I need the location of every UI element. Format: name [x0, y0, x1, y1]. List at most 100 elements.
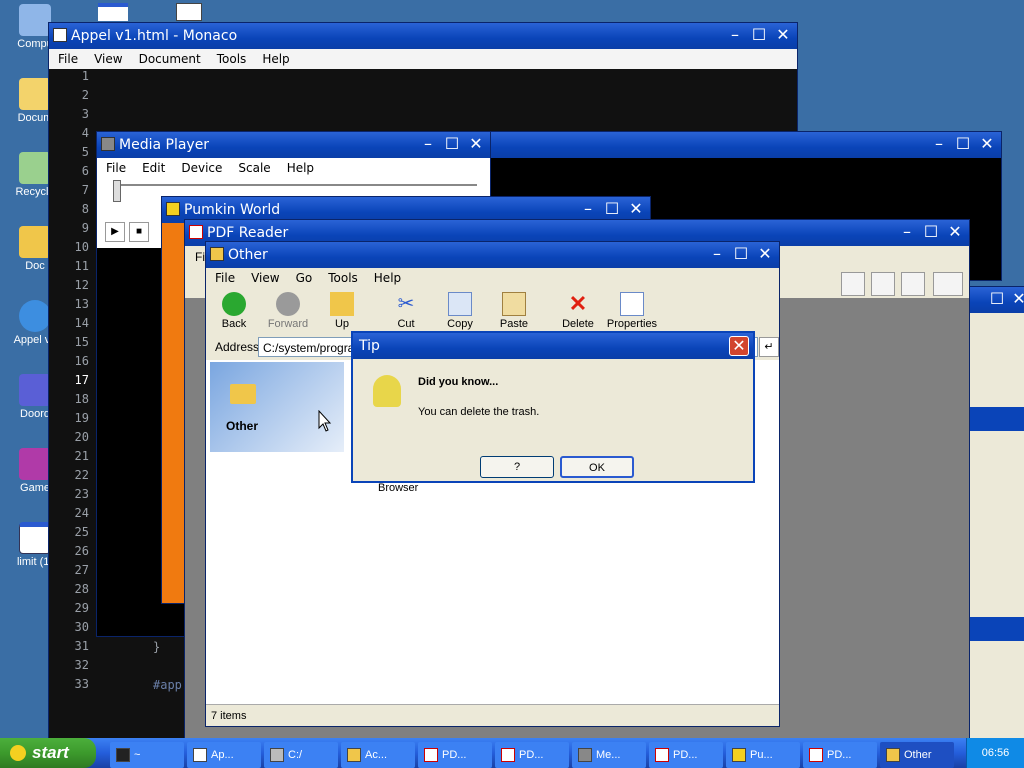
ok-button[interactable]: OK [560, 456, 634, 478]
back-label: Back [221, 318, 247, 330]
minimize-button[interactable]: – [897, 223, 917, 243]
maximize-button[interactable]: ☐ [442, 135, 462, 155]
menu-view[interactable]: View [85, 49, 129, 66]
line-number: 28 [74, 582, 89, 596]
forward-label: Forward [267, 318, 309, 330]
close-button[interactable]: ✕ [977, 135, 997, 155]
system-clock[interactable]: 06:56 [966, 738, 1024, 768]
taskbar-item[interactable]: PD... [418, 742, 492, 768]
menu-help[interactable]: Help [253, 49, 296, 66]
minimize-button[interactable]: – [929, 135, 949, 155]
menu-file[interactable]: File [49, 49, 85, 66]
menu-tools[interactable]: Tools [208, 49, 254, 66]
stop-button[interactable]: ■ [129, 222, 149, 242]
maximize-button[interactable]: ☐ [602, 200, 622, 220]
document-icon [19, 522, 51, 554]
media-player-titlebar[interactable]: Media Player – ☐ ✕ [97, 132, 490, 158]
taskbar-item[interactable]: Me... [572, 742, 646, 768]
maximize-button[interactable]: ☐ [921, 223, 941, 243]
minimize-button[interactable]: – [578, 200, 598, 220]
file-item-label[interactable]: Browser [378, 482, 418, 494]
seek-track[interactable] [117, 184, 477, 186]
taskbar-item[interactable]: C:/ [264, 742, 338, 768]
pumkin-title: Pumkin World [184, 202, 281, 218]
menu-scale[interactable]: Scale [229, 158, 277, 175]
taskbar-item[interactable]: Ac... [341, 742, 415, 768]
terminal-icon [116, 748, 130, 762]
taskbar-item[interactable]: PD... [495, 742, 569, 768]
desktop-top-icon[interactable] [98, 3, 128, 21]
maximize-button[interactable]: ☐ [749, 26, 769, 46]
close-button[interactable]: ✕ [1009, 290, 1024, 310]
folder-icon[interactable] [871, 272, 895, 296]
minimize-button[interactable]: – [725, 26, 745, 46]
line-number: 5 [81, 145, 89, 159]
tip-dialog[interactable]: Tip ✕ Did you know... You can delete the… [351, 331, 755, 483]
taskbar-item[interactable]: PD... [649, 742, 723, 768]
other-window[interactable]: Other – ☐ ✕ File View Go Tools Help Back For… [205, 241, 780, 727]
tip-title: Tip [359, 338, 380, 354]
close-button[interactable]: ✕ [773, 26, 793, 46]
play-button[interactable]: ▶ [105, 222, 125, 242]
maximize-button[interactable]: ☐ [987, 290, 1007, 310]
side-panel: Other [210, 362, 344, 452]
desktop-top-icon[interactable] [176, 3, 202, 21]
minimize-button[interactable]: – [418, 135, 438, 155]
other-toolbar: Back Forward Up ✂ Cut Copy Paste ✕ Delet… [206, 288, 779, 334]
line-number: 11 [74, 259, 89, 273]
other-titlebar[interactable]: Other – ☐ ✕ [206, 242, 779, 268]
drive-icon [270, 748, 284, 762]
tip-titlebar[interactable]: Tip ✕ [353, 333, 753, 359]
taskbar-item[interactable]: PD... [803, 742, 877, 768]
menu-edit[interactable]: Edit [133, 158, 172, 175]
taskbar-item[interactable]: ~ [110, 742, 184, 768]
menu-go[interactable]: Go [287, 268, 320, 285]
taskbar: start ~ Ap... C:/ Ac... PD... PD... Me..… [0, 738, 1024, 768]
line-number: 29 [74, 601, 89, 615]
folder-icon [210, 247, 224, 261]
seek-handle[interactable] [113, 180, 121, 202]
taskbar-item-active[interactable]: Other [880, 742, 954, 768]
maximize-button[interactable]: ☐ [953, 135, 973, 155]
menu-help[interactable]: Help [278, 158, 321, 175]
taskbar-item[interactable]: Pu... [726, 742, 800, 768]
comment-icon[interactable] [841, 272, 865, 296]
pdf-menu-file[interactable]: Fi [195, 250, 205, 264]
delete-x-icon: ✕ [568, 291, 588, 316]
line-number: 15 [74, 335, 89, 349]
go-arrow-icon[interactable]: ↵ [759, 337, 779, 357]
right-window-titlebar[interactable]: ☐ ✕ [969, 287, 1024, 313]
close-button[interactable]: ✕ [626, 200, 646, 220]
maximize-button[interactable]: ☐ [731, 245, 751, 265]
menu-view[interactable]: View [242, 268, 286, 285]
background-window-titlebar[interactable]: – ☐ ✕ [481, 132, 1001, 158]
line-number: 1 [81, 69, 89, 83]
desktop-icon-label: Doord [20, 408, 50, 420]
code-line[interactable]: } [153, 640, 160, 654]
start-button[interactable]: start [0, 738, 96, 768]
taskbar-item[interactable]: Ap... [187, 742, 261, 768]
up-folder-icon [330, 292, 354, 316]
menu-tools[interactable]: Tools [319, 268, 365, 285]
code-line[interactable]: #app [153, 678, 182, 692]
line-number: 12 [74, 278, 89, 292]
menu-file[interactable]: File [206, 268, 242, 285]
menu-device[interactable]: Device [172, 158, 229, 175]
help-button[interactable]: ? [480, 456, 554, 478]
close-button[interactable]: ✕ [466, 135, 486, 155]
line-number: 20 [74, 430, 89, 444]
taskbar-item-label: PD... [519, 749, 544, 761]
right-window[interactable]: ☐ ✕ [968, 286, 1024, 742]
close-button[interactable]: ✕ [729, 336, 749, 356]
menu-help[interactable]: Help [365, 268, 408, 285]
up-label: Up [334, 318, 350, 330]
side-panel-title: Other [226, 419, 259, 433]
tools-icon[interactable] [933, 272, 963, 296]
monaco-titlebar[interactable]: Appel v1.html - Monaco – ☐ ✕ [49, 23, 797, 49]
close-button[interactable]: ✕ [755, 245, 775, 265]
menu-document[interactable]: Document [130, 49, 208, 66]
close-button[interactable]: ✕ [945, 223, 965, 243]
minimize-button[interactable]: – [707, 245, 727, 265]
print-icon[interactable] [901, 272, 925, 296]
menu-file[interactable]: File [97, 158, 133, 175]
